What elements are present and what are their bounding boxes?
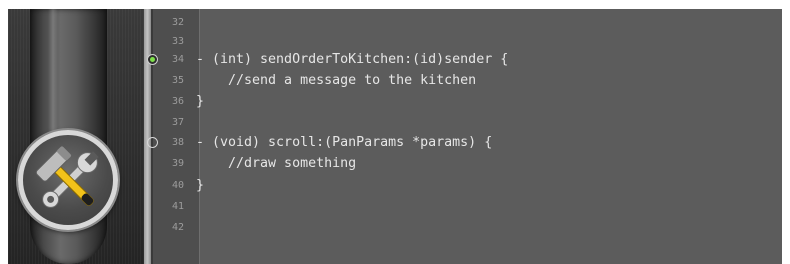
green-breakpoint-icon[interactable] bbox=[147, 54, 158, 65]
line-number: 42 bbox=[171, 222, 184, 233]
code-text[interactable]: } bbox=[196, 92, 204, 111]
code-line: 32 bbox=[0, 13, 774, 32]
code-line: 42 bbox=[0, 218, 774, 237]
code-line: 39 //draw something bbox=[0, 154, 774, 173]
line-number: 34 bbox=[171, 54, 184, 65]
code-line: 34 - (int) sendOrderToKitchen:(id)sender… bbox=[0, 50, 774, 69]
line-number: 40 bbox=[171, 180, 184, 191]
line-number: 38 bbox=[171, 137, 184, 148]
line-number: 33 bbox=[171, 36, 184, 47]
code-line: 40 } bbox=[0, 176, 774, 195]
empty-breakpoint-icon[interactable] bbox=[147, 137, 158, 148]
code-line: 36 } bbox=[0, 92, 774, 111]
code-text[interactable]: //draw something bbox=[196, 154, 356, 173]
line-number: 35 bbox=[171, 75, 184, 86]
code-line: 38 - (void) scroll:(PanParams *params) { bbox=[0, 133, 774, 152]
code-line: 33 bbox=[0, 32, 774, 51]
code-text[interactable]: - (int) sendOrderToKitchen:(id)sender { bbox=[196, 50, 508, 69]
line-number: 32 bbox=[171, 17, 184, 28]
code-text[interactable]: //send a message to the kitchen bbox=[196, 71, 476, 90]
line-number: 37 bbox=[171, 117, 184, 128]
code-text[interactable]: } bbox=[196, 176, 204, 195]
line-number: 41 bbox=[171, 201, 184, 212]
line-number: 36 bbox=[171, 96, 184, 107]
code-text[interactable]: - (void) scroll:(PanParams *params) { bbox=[196, 133, 492, 152]
code-line: 41 bbox=[0, 197, 774, 216]
line-number: 39 bbox=[171, 158, 184, 169]
code-line: 37 bbox=[0, 113, 774, 132]
code-line: 35 //send a message to the kitchen bbox=[0, 71, 774, 90]
